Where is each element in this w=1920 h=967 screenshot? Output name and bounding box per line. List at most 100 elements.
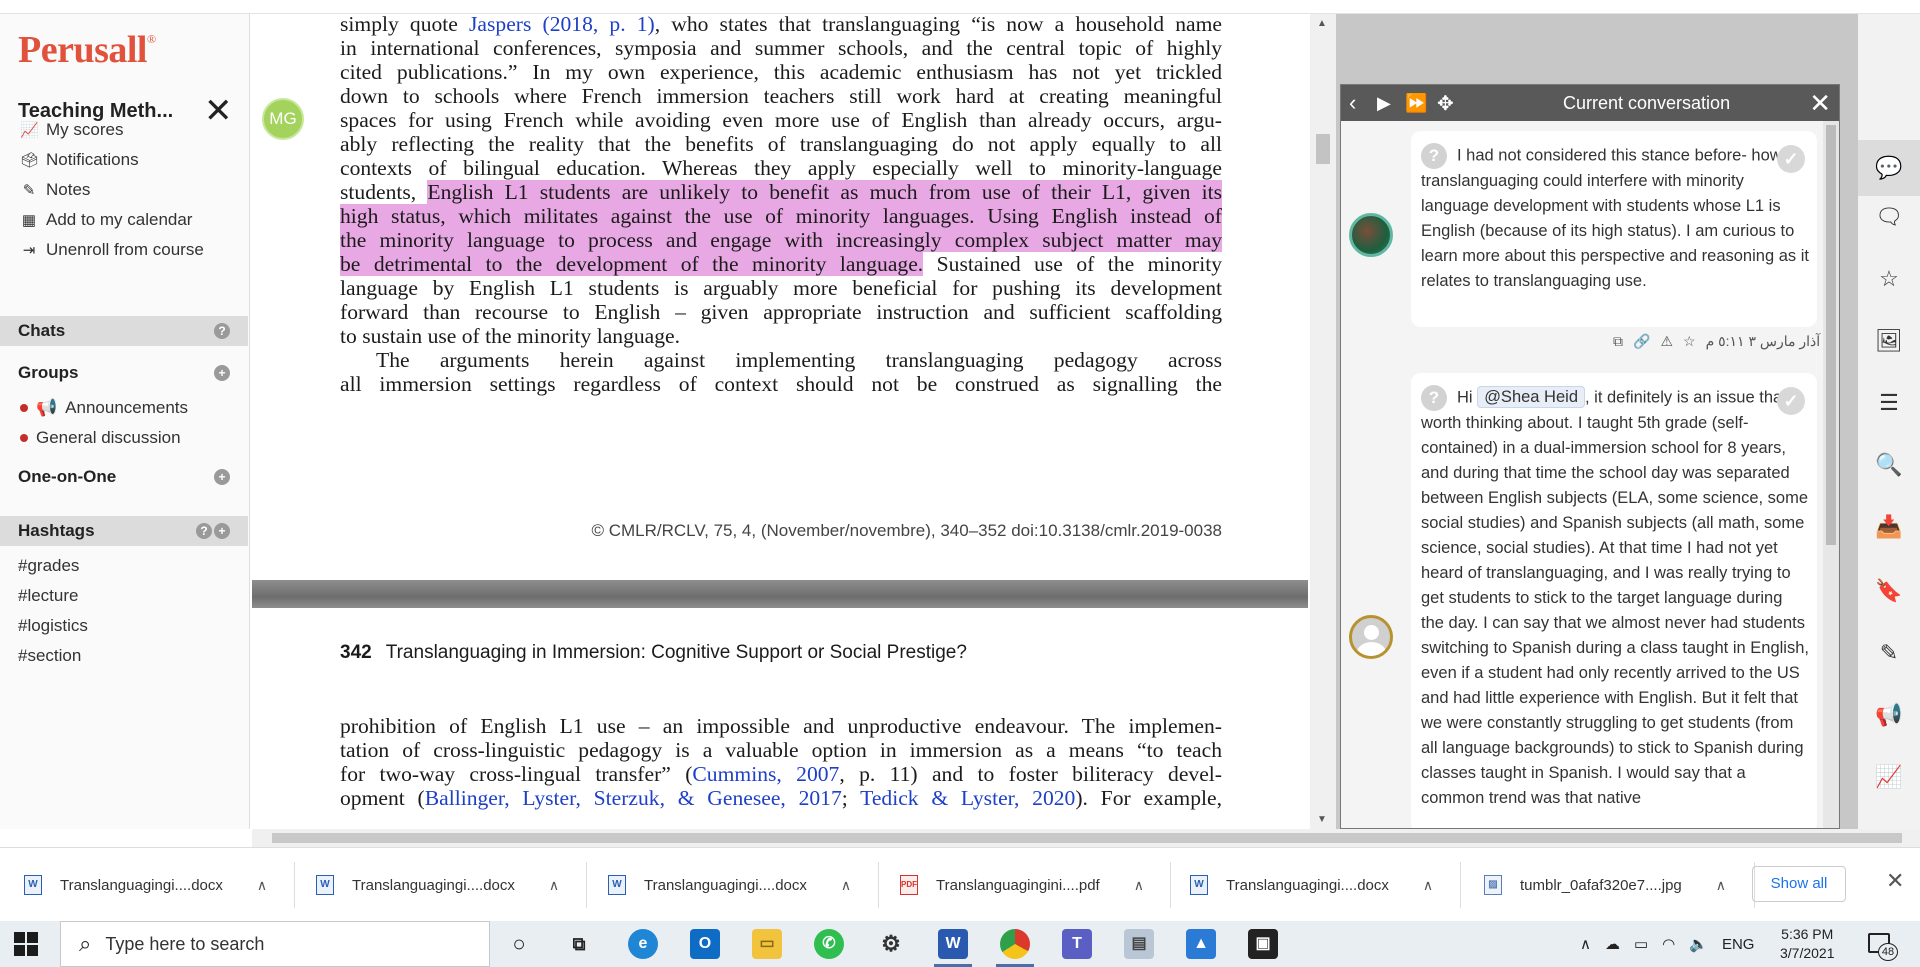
- cloud-icon[interactable]: ☁: [1605, 935, 1620, 953]
- upvote-check-icon[interactable]: ✓: [1777, 145, 1805, 173]
- close-course-icon[interactable]: ✕: [204, 94, 233, 128]
- download-item[interactable]: PDF Translanguagingini....pdf ∧: [900, 848, 1144, 922]
- hashtags-help-icon[interactable]: ?: [196, 523, 212, 539]
- group-item-announcements[interactable]: 📢 Announcements: [20, 398, 188, 418]
- teams-icon[interactable]: T: [1062, 929, 1092, 959]
- list-icon[interactable]: ☰: [1858, 390, 1920, 416]
- inbox-icon[interactable]: 📥: [1858, 514, 1920, 540]
- one-on-one-header[interactable]: One-on-One +: [0, 462, 248, 492]
- edge-icon[interactable]: e: [628, 929, 658, 959]
- download-item[interactable]: W Translanguagingi....docx ∧: [1190, 848, 1433, 922]
- star-icon[interactable]: ☆: [1683, 333, 1696, 350]
- word-icon[interactable]: W: [938, 929, 968, 959]
- outlook-icon[interactable]: O: [690, 929, 720, 959]
- settings-gear-icon[interactable]: ⚙: [876, 929, 906, 959]
- search-icon[interactable]: 🔍: [1858, 452, 1920, 478]
- copy-icon[interactable]: ⧉: [1613, 333, 1623, 350]
- comment-card[interactable]: ? I had not considered this stance before…: [1411, 131, 1817, 327]
- windows-start-icon[interactable]: [14, 932, 38, 956]
- document-page-342[interactable]: 342 Translanguaging in Immersion: Cogniti…: [252, 608, 1308, 829]
- battery-icon[interactable]: ▭: [1634, 935, 1648, 953]
- user-mention[interactable]: @Shea Heid: [1477, 386, 1585, 409]
- bookmark-icon[interactable]: 🔖: [1858, 578, 1920, 604]
- flag-icon[interactable]: ⚠: [1660, 333, 1673, 350]
- citation-link[interactable]: Ballinger, Lyster, Sterzuk, & Genesee, 2…: [425, 786, 842, 810]
- chevron-up-icon[interactable]: ∧: [1134, 877, 1144, 894]
- hashtag-logistics[interactable]: #logistics: [18, 616, 88, 636]
- notes-link[interactable]: ✎ Notes: [20, 180, 91, 200]
- play-icon[interactable]: ▶: [1377, 93, 1391, 114]
- document-page-341[interactable]: MG simply quote Jaspers (2018, p. 1), wh…: [252, 14, 1308, 580]
- store-icon[interactable]: ▣: [1248, 929, 1278, 959]
- add-to-calendar-link[interactable]: ▦ Add to my calendar: [20, 210, 193, 230]
- chats-help-icon[interactable]: ?: [214, 323, 230, 339]
- highlighted-annotation[interactable]: English L1 students are unlikely to bene…: [427, 180, 1223, 204]
- citation-link[interactable]: Cummins, 2007: [692, 762, 839, 786]
- unenroll-link[interactable]: ⇥ Unenroll from course: [20, 240, 204, 260]
- notifications-link[interactable]: 🗳 Notifications: [20, 150, 139, 170]
- megaphone-icon[interactable]: 📢: [1858, 702, 1920, 728]
- hashtag-lecture[interactable]: #lecture: [18, 586, 78, 606]
- document-horizontal-scrollbar[interactable]: [252, 829, 1920, 847]
- chevron-up-icon[interactable]: ∧: [1716, 877, 1726, 894]
- conversation-scrollbar[interactable]: [1823, 121, 1839, 828]
- wifi-icon[interactable]: ◠: [1662, 935, 1675, 953]
- taskbar-clock[interactable]: 5:36 PM 3/7/2021: [1780, 925, 1835, 963]
- document-text-line[interactable]: all immersion settings regardless of con…: [340, 370, 1222, 399]
- download-item[interactable]: W Translanguagingi....docx ∧: [316, 848, 559, 922]
- pencil-icon[interactable]: ✎: [1858, 640, 1920, 666]
- show-all-downloads-button[interactable]: Show all: [1752, 866, 1846, 902]
- photos-viewer-icon[interactable]: ▤: [1124, 929, 1154, 959]
- highlighted-annotation[interactable]: high status, which militates against the…: [340, 204, 1222, 228]
- chevron-up-icon[interactable]: ∧: [257, 877, 267, 894]
- hashtags-header[interactable]: Hashtags ? +: [0, 516, 248, 546]
- task-view-icon[interactable]: ⧉: [564, 929, 594, 959]
- document-viewer[interactable]: MG simply quote Jaspers (2018, p. 1), wh…: [252, 14, 1308, 829]
- commenter-avatar[interactable]: [1349, 213, 1393, 257]
- citation-link[interactable]: Jaspers (2018, p. 1): [469, 14, 655, 36]
- add-one-on-one-icon[interactable]: +: [214, 469, 230, 485]
- image-icon[interactable]: 🖼: [1858, 328, 1920, 354]
- taskbar-search-input[interactable]: ⌕ Type here to search: [60, 921, 490, 967]
- conversation-icon[interactable]: 💬: [1858, 140, 1920, 196]
- chrome-icon[interactable]: [1000, 929, 1030, 959]
- chevron-up-icon[interactable]: ∧: [1423, 877, 1433, 894]
- file-explorer-icon[interactable]: ▭: [752, 929, 782, 959]
- document-text-line[interactable]: opment (Ballinger, Lyster, Sterzuk, & Ge…: [340, 784, 1222, 813]
- whatsapp-icon[interactable]: ✆: [814, 929, 844, 959]
- chevron-up-icon[interactable]: ∧: [549, 877, 559, 894]
- download-item[interactable]: W Translanguagingi....docx ∧: [608, 848, 851, 922]
- highlighted-annotation[interactable]: be detrimental to the development of the…: [340, 252, 924, 276]
- add-group-icon[interactable]: +: [214, 365, 230, 381]
- scroll-thumb[interactable]: [1826, 125, 1836, 545]
- fast-forward-icon[interactable]: ⏩: [1405, 93, 1427, 114]
- scroll-thumb[interactable]: [272, 833, 1902, 843]
- chevron-up-icon[interactable]: ∧: [1580, 935, 1591, 953]
- close-conversation-icon[interactable]: ✕: [1809, 88, 1831, 119]
- add-hashtag-icon[interactable]: +: [214, 523, 230, 539]
- highlighted-annotation[interactable]: the minority language to process and eng…: [340, 228, 1222, 252]
- conversation-panel[interactable]: ‹ ▶ ⏩ ✥ Current conversation ✕ ? I had no…: [1340, 84, 1840, 829]
- chats-header[interactable]: Chats ?: [0, 316, 248, 346]
- group-item-general-discussion[interactable]: General discussion: [20, 428, 181, 448]
- cortana-icon[interactable]: ○: [504, 929, 534, 959]
- previous-icon[interactable]: ‹: [1349, 90, 1356, 116]
- hashtag-section[interactable]: #section: [18, 646, 81, 666]
- my-scores-link[interactable]: 📈 My scores: [20, 120, 123, 140]
- question-icon[interactable]: ?: [1421, 385, 1447, 411]
- star-icon[interactable]: ☆: [1858, 266, 1920, 292]
- download-item[interactable]: W Translanguagingi....docx ∧: [24, 848, 267, 922]
- chart-icon[interactable]: 📈: [1858, 764, 1920, 790]
- download-item[interactable]: ▨ tumblr_0afaf320e7....jpg ∧: [1484, 848, 1726, 922]
- move-icon[interactable]: ✥: [1437, 91, 1454, 116]
- chat-icon[interactable]: 🗨: [1858, 204, 1920, 230]
- language-indicator[interactable]: ENG: [1722, 936, 1755, 953]
- annotator-avatar[interactable]: MG: [262, 98, 304, 140]
- volume-icon[interactable]: 🔈: [1689, 935, 1708, 953]
- commenter-avatar-default[interactable]: [1349, 615, 1393, 659]
- link-icon[interactable]: 🔗: [1633, 333, 1650, 350]
- comment-card[interactable]: ? Hi @Shea Heid, it definitely is an issu…: [1411, 373, 1817, 828]
- upvote-check-icon[interactable]: ✓: [1777, 387, 1805, 415]
- photos-icon[interactable]: ▲: [1186, 929, 1216, 959]
- perusall-logo[interactable]: Perusall®: [18, 28, 156, 72]
